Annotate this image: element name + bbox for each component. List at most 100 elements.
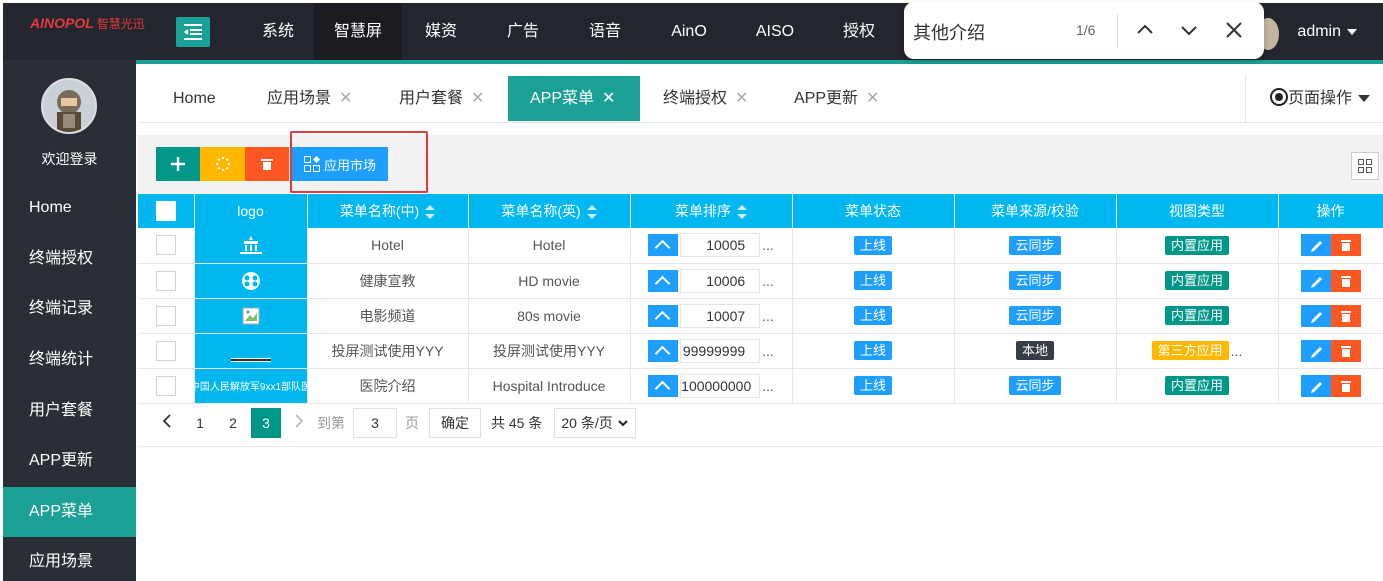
tab-user-package[interactable]: 用户套餐 ✕ (399, 76, 484, 121)
goto-label: 到第 (317, 415, 345, 431)
tab-app-menu[interactable]: APP菜单 ✕ (508, 76, 640, 121)
page-1-button[interactable]: 1 (185, 408, 215, 438)
sidebar-item-terminal-log[interactable]: 终端记录 (3, 284, 136, 334)
sort-icon[interactable] (737, 205, 747, 220)
menu-toggle-button[interactable] (176, 17, 210, 47)
goto-confirm-button[interactable]: 确定 (429, 408, 481, 438)
move-up-button[interactable] (648, 269, 679, 292)
tab-close-icon[interactable]: ✕ (602, 90, 615, 107)
col-name-cn[interactable]: 菜单名称(中) (307, 194, 469, 228)
edit-button[interactable] (1300, 234, 1331, 257)
status-badge[interactable]: 上线 (853, 306, 892, 325)
building-icon (239, 236, 262, 255)
user-menu[interactable]: admin (1297, 3, 1357, 60)
goto-page-input[interactable]: 3 (353, 408, 397, 438)
sidebar-item-app-update[interactable]: APP更新 (3, 436, 136, 486)
find-close-button[interactable] (1222, 18, 1246, 42)
sidebar: 欢迎登录 Home 终端授权 终端记录 终端统计 用户套餐 APP更新 APP菜… (3, 60, 136, 581)
page-2-button[interactable]: 2 (218, 408, 248, 438)
nav-item-media[interactable]: 媒资 (408, 3, 474, 60)
page-operations-menu[interactable]: 页面操作 (1245, 74, 1383, 123)
table-row: 健康宣教 HD movie 10006... 上线 云同步 内置应用 (138, 263, 1383, 299)
delete-row-button[interactable] (1330, 234, 1361, 257)
close-icon (1226, 22, 1242, 38)
delete-button[interactable] (245, 147, 289, 181)
sidebar-item-terminal-stats[interactable]: 终端统计 (3, 335, 136, 385)
status-badge[interactable]: 上线 (853, 376, 892, 395)
nav-item-voice[interactable]: 语音 (572, 3, 638, 60)
status-badge[interactable]: 上线 (853, 235, 892, 255)
welcome-text: 欢迎登录 (41, 151, 98, 167)
move-up-button[interactable] (648, 234, 679, 257)
tab-close-icon[interactable]: ✕ (339, 90, 352, 107)
sort-icon[interactable] (425, 205, 436, 220)
order-input[interactable]: 99999999 (680, 338, 761, 363)
order-input[interactable]: 10005 (680, 233, 761, 258)
find-next-button[interactable] (1177, 18, 1201, 42)
move-up-button[interactable] (648, 374, 679, 397)
row-status-cell: 上线 (792, 298, 955, 334)
row-name-en: 投屏测试使用YYY (468, 333, 631, 369)
delete-row-button[interactable] (1330, 304, 1361, 327)
table-header-row: logo 菜单名称(中) 菜单名称(英) 菜单排序 菜单状态 菜单来源/校验 视… (138, 194, 1383, 228)
page-3-button[interactable]: 3 (251, 408, 281, 438)
delete-row-button[interactable] (1330, 374, 1361, 397)
column-filter-button[interactable] (1351, 152, 1379, 180)
tab-app-update[interactable]: APP更新 ✕ (794, 76, 879, 121)
sort-icon[interactable] (586, 205, 597, 220)
tab-home[interactable]: Home (173, 76, 216, 121)
row-checkbox[interactable] (155, 235, 176, 256)
status-badge[interactable]: 上线 (853, 341, 892, 360)
order-input[interactable]: 10006 (680, 268, 761, 293)
next-page-button[interactable] (284, 408, 314, 438)
truncation-ellipsis: ... (762, 342, 774, 359)
delete-row-button[interactable] (1330, 269, 1361, 292)
move-up-button[interactable] (648, 304, 679, 327)
page-size-select[interactable]: 20 条/页 (554, 408, 636, 438)
delete-row-button[interactable] (1330, 339, 1361, 362)
sidebar-item-home[interactable]: Home (3, 183, 136, 233)
tab-close-icon[interactable]: ✕ (471, 90, 484, 107)
col-order[interactable]: 菜单排序 (630, 194, 793, 228)
row-checkbox[interactable] (155, 375, 176, 396)
find-input[interactable]: 其他介绍 (913, 19, 985, 45)
move-up-button[interactable] (648, 339, 679, 362)
row-checkbox[interactable] (155, 340, 176, 361)
sidebar-item-app-menu[interactable]: APP菜单 (3, 487, 136, 537)
order-input[interactable]: 10007 (680, 303, 761, 328)
chevron-up-icon (1137, 24, 1153, 34)
row-checkbox[interactable] (155, 305, 176, 326)
nav-item-smart-screen[interactable]: 智慧屏 (314, 3, 402, 60)
tab-close-icon[interactable]: ✕ (735, 90, 748, 107)
edit-button[interactable] (1300, 269, 1331, 292)
source-badge: 云同步 (1009, 235, 1061, 255)
edit-button[interactable] (1300, 374, 1331, 397)
nav-item-aiso[interactable]: AISO (742, 3, 808, 60)
refresh-button[interactable] (200, 147, 245, 181)
chevron-down-icon (618, 420, 628, 427)
tab-close-icon[interactable]: ✕ (866, 90, 879, 107)
order-input[interactable]: 100000000 (680, 373, 761, 398)
nav-item-license[interactable]: 授权 (826, 3, 892, 60)
sidebar-item-app-scene[interactable]: 应用场景 (3, 537, 136, 581)
row-select-cell (138, 333, 195, 369)
nav-item-ads[interactable]: 广告 (490, 3, 556, 60)
row-checkbox[interactable] (155, 270, 176, 291)
trash-icon (1340, 380, 1351, 392)
col-name-en[interactable]: 菜单名称(英) (468, 194, 631, 228)
edit-button[interactable] (1300, 339, 1331, 362)
nav-item-system[interactable]: 系统 (248, 3, 308, 60)
tab-app-scene[interactable]: 应用场景 ✕ (267, 76, 352, 121)
nav-item-aino[interactable]: AinO (656, 3, 722, 60)
add-button[interactable] (156, 147, 200, 181)
sidebar-item-user-package[interactable]: 用户套餐 (3, 386, 136, 436)
main-content: 应用市场 logo 菜单名称(中) 菜单名称(英) 菜单排序 菜单状态 菜单来源… (138, 123, 1383, 581)
sidebar-item-terminal-auth[interactable]: 终端授权 (3, 234, 136, 284)
edit-button[interactable] (1300, 304, 1331, 327)
select-all-checkbox[interactable] (155, 201, 176, 221)
row-source-cell: 云同步 (954, 298, 1117, 334)
status-badge[interactable]: 上线 (853, 271, 892, 290)
find-previous-button[interactable] (1133, 18, 1157, 42)
tab-terminal-auth[interactable]: 终端授权 ✕ (663, 76, 748, 121)
prev-page-button[interactable] (152, 408, 182, 438)
